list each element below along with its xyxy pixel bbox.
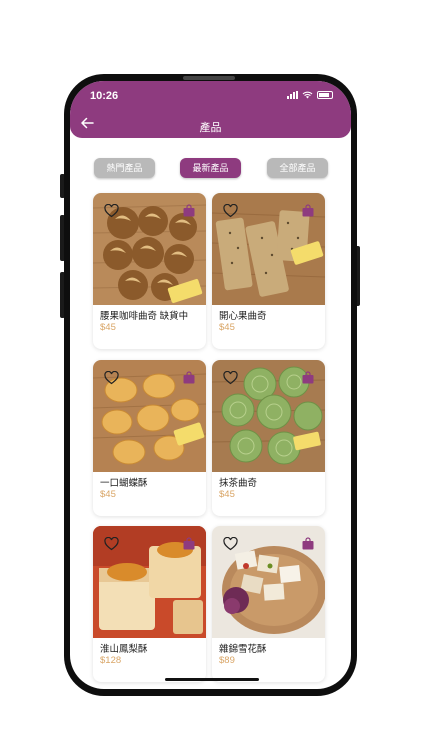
product-tabs: 熱門產品 最新產品 全部產品 [70,158,351,178]
product-name: 雜錦雪花酥 [219,644,267,655]
product-price: $45 [100,489,116,500]
product-card[interactable]: 腰果咖啡曲奇 缺貨中 $45 [93,193,206,349]
shopping-bag-icon[interactable] [183,204,195,217]
product-card[interactable]: 雜錦雪花酥 $89 [212,526,325,682]
speaker-grille [183,76,235,80]
product-price: $45 [219,322,235,333]
app-header: 10:26 產品 [70,81,351,138]
tab-all[interactable]: 全部產品 [267,158,328,178]
product-name: 開心果曲奇 [219,311,267,322]
favorite-heart-icon[interactable] [223,204,238,218]
favorite-heart-icon[interactable] [223,537,238,551]
shopping-bag-icon[interactable] [183,371,195,384]
favorite-heart-icon[interactable] [104,537,119,551]
wifi-icon [302,91,313,99]
status-time: 10:26 [90,90,119,102]
favorite-heart-icon[interactable] [104,371,119,385]
product-card[interactable]: 開心果曲奇 $45 [212,193,325,349]
product-price: $45 [219,489,235,500]
status-icons [287,91,333,99]
home-indicator[interactable] [165,678,259,681]
shopping-bag-icon[interactable] [302,537,314,550]
product-price: $128 [100,655,122,666]
cellular-signal-icon [287,91,298,99]
page-title: 產品 [199,122,222,134]
favorite-heart-icon[interactable] [104,204,119,218]
product-name: 抹茶曲奇 [219,478,258,489]
battery-icon [317,91,333,99]
product-card[interactable]: 一口蝴蝶酥 $45 [93,360,206,516]
product-name: 一口蝴蝶酥 [100,478,148,489]
favorite-heart-icon[interactable] [223,371,238,385]
tab-newest[interactable]: 最新產品 [180,158,241,178]
product-card[interactable]: 淮山鳳梨酥 $128 [93,526,206,682]
product-card[interactable]: 抹茶曲奇 $45 [212,360,325,516]
product-price: $89 [219,655,235,666]
product-name: 淮山鳳梨酥 [100,644,148,655]
product-name: 腰果咖啡曲奇 缺貨中 [100,311,189,322]
shopping-bag-icon[interactable] [302,371,314,384]
shopping-bag-icon[interactable] [183,537,195,550]
tab-popular[interactable]: 熱門產品 [94,158,155,178]
shopping-bag-icon[interactable] [302,204,314,217]
app-screen: 10:26 產品 熱門產品 最新產品 全部產品 腰果咖啡曲奇 缺貨中 $45 開… [70,81,351,689]
product-price: $45 [100,322,116,333]
